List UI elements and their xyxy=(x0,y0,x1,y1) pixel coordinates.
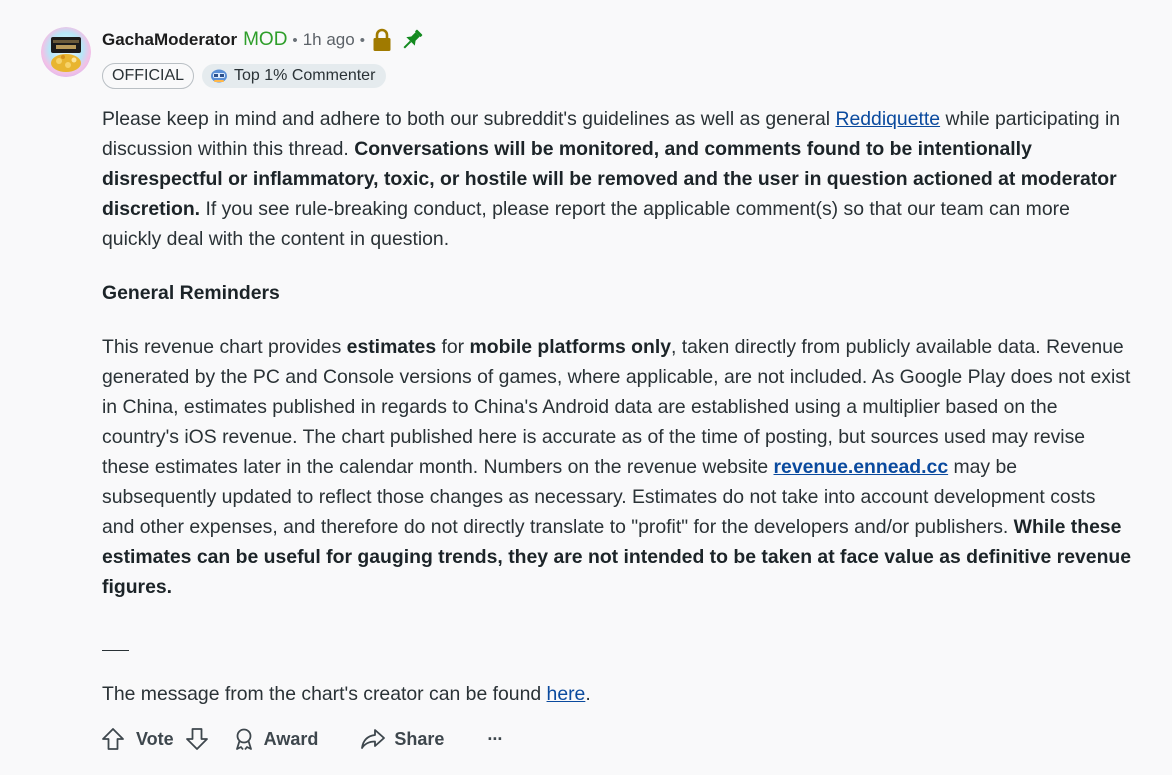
award-icon xyxy=(232,727,256,751)
paragraph-guidelines: Please keep in mind and adhere to both o… xyxy=(102,104,1132,254)
share-icon xyxy=(360,727,386,751)
user-flairs: OFFICIAL Top 1% Commenter xyxy=(102,63,387,89)
footer-message: The message from the chart's creator can… xyxy=(102,679,591,709)
mod-tag: MOD xyxy=(243,29,288,50)
paragraph-reminders: This revenue chart provides estimates fo… xyxy=(102,332,1132,602)
creator-message-link[interactable]: here xyxy=(547,683,586,705)
vote-label: Vote xyxy=(136,728,174,749)
text-span: . xyxy=(585,683,591,705)
flair-top-commenter: Top 1% Commenter xyxy=(202,64,387,88)
flair-official: OFFICIAL xyxy=(102,63,195,89)
award-button[interactable]: Award xyxy=(232,727,319,751)
author-name[interactable]: GachaModerator xyxy=(102,30,237,50)
avatar[interactable] xyxy=(41,27,91,77)
meta-separator: • xyxy=(359,31,365,49)
comment-body: Please keep in mind and adhere to both o… xyxy=(102,104,1132,602)
vote-group: Vote xyxy=(100,726,210,752)
downvote-icon[interactable] xyxy=(184,726,210,752)
reddiquette-link[interactable]: Reddiquette xyxy=(835,108,940,130)
award-label: Award xyxy=(263,728,319,749)
meta-separator: • xyxy=(292,31,298,49)
text-span: This revenue chart provides xyxy=(102,336,347,358)
section-heading: General Reminders xyxy=(102,282,280,304)
more-options-button[interactable]: ··· xyxy=(487,728,503,750)
text-span: for xyxy=(436,336,470,358)
bold-text: estimates xyxy=(346,336,437,358)
text-span: The message from the chart's creator can… xyxy=(102,683,547,705)
pin-icon xyxy=(400,28,424,52)
flair-commenter-label: Top 1% Commenter xyxy=(234,67,376,84)
comment-time[interactable]: 1h ago xyxy=(303,30,355,50)
share-label: Share xyxy=(394,728,445,749)
share-button[interactable]: Share xyxy=(360,727,444,751)
comment-actions: Vote Award Share ··· xyxy=(100,722,503,756)
commenter-icon xyxy=(210,68,228,84)
upvote-icon[interactable] xyxy=(100,726,126,752)
divider xyxy=(102,650,129,651)
lock-icon xyxy=(372,28,392,52)
comment-meta: GachaModerator MOD • 1h ago • xyxy=(102,26,424,54)
text-span: Please keep in mind and adhere to both o… xyxy=(102,108,836,130)
text-span: If you see rule-breaking conduct, please… xyxy=(102,198,1070,250)
revenue-site-link[interactable]: revenue.ennead.cc xyxy=(774,456,949,478)
more-icon: ··· xyxy=(487,728,503,749)
bold-text: mobile platforms only xyxy=(469,336,672,358)
